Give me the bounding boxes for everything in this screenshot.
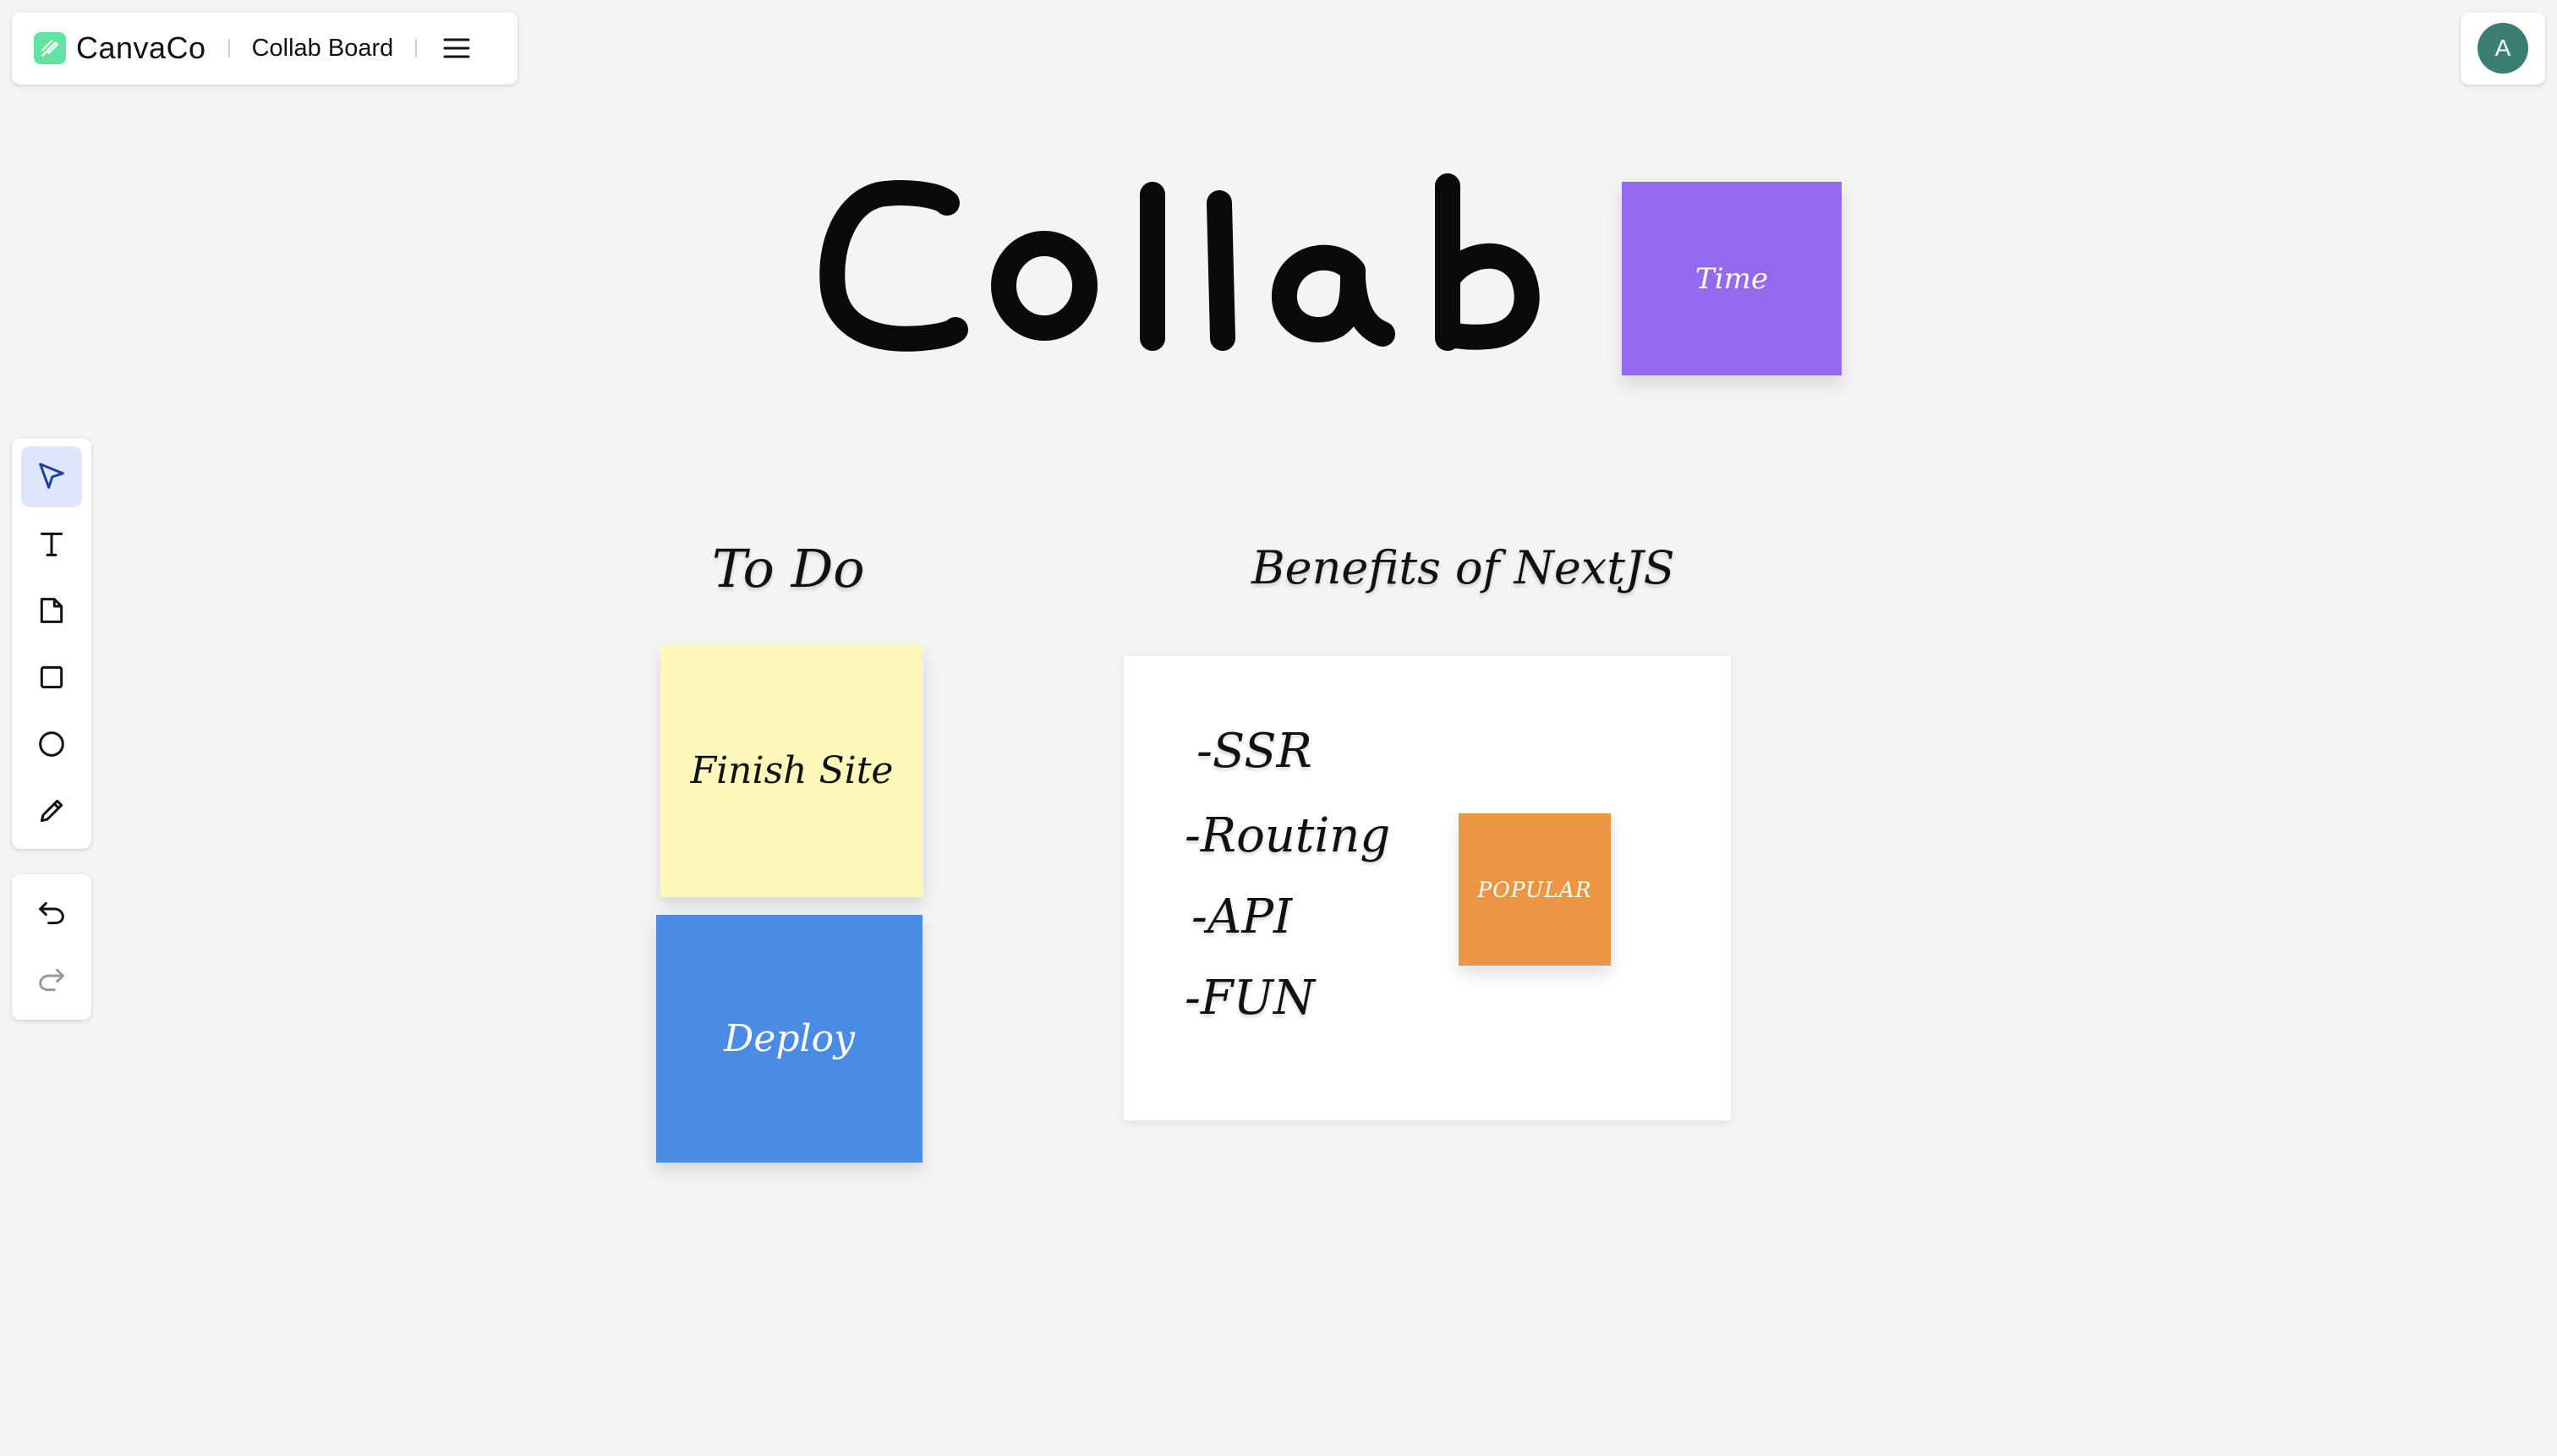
text-icon <box>40 532 63 556</box>
sticky-note-deploy[interactable]: Deploy <box>656 915 923 1163</box>
benefit-item[interactable]: -API <box>1191 889 1292 944</box>
benefit-item[interactable]: -FUN <box>1185 971 1315 1026</box>
divider <box>227 39 230 57</box>
undo-icon <box>39 901 64 925</box>
tools-toolbar <box>12 438 91 849</box>
redo-button[interactable] <box>21 950 82 1010</box>
user-panel: A <box>2461 12 2545 85</box>
pen-logo-icon[interactable] <box>34 32 66 64</box>
square-icon <box>40 665 63 689</box>
benefit-item[interactable]: -SSR <box>1196 724 1312 779</box>
undo-button[interactable] <box>21 883 82 944</box>
sticky-note-text: Time <box>1695 261 1768 296</box>
sticky-note-time[interactable]: Time <box>1622 182 1842 375</box>
pencil-icon <box>40 799 63 823</box>
avatar[interactable]: A <box>2478 23 2528 74</box>
benefits-heading[interactable]: Benefits of NextJS <box>1251 541 1675 594</box>
tool-rectangle-button[interactable] <box>21 647 82 708</box>
sticky-note-text: Deploy <box>724 1017 855 1060</box>
hamburger-menu-icon <box>443 38 470 58</box>
tool-select-button[interactable] <box>21 446 82 507</box>
divider <box>415 39 418 57</box>
sticky-note-icon <box>40 598 63 623</box>
tool-ellipse-button[interactable] <box>21 714 82 775</box>
cursor-arrow-icon <box>39 463 64 489</box>
app-header: CanvaCo Collab Board <box>12 12 517 85</box>
redo-icon <box>39 968 64 992</box>
sticky-note-popular[interactable]: POPULAR <box>1459 813 1611 966</box>
tool-sticky-note-button[interactable] <box>21 580 82 641</box>
sticky-note-text: Finish Site <box>690 749 894 792</box>
todo-heading[interactable]: To Do <box>712 538 865 599</box>
app-name[interactable]: CanvaCo <box>76 30 206 66</box>
tool-pen-button[interactable] <box>21 780 82 841</box>
board-title[interactable]: Collab Board <box>252 35 394 63</box>
sticky-note-finish-site[interactable]: Finish Site <box>660 644 923 897</box>
benefit-item[interactable]: -Routing <box>1185 808 1390 863</box>
collab-drawing[interactable] <box>812 169 1556 372</box>
whiteboard-canvas[interactable]: Time To Do Benefits of NextJS Finish Sit… <box>0 0 2557 1456</box>
sticky-note-text: POPULAR <box>1477 877 1592 902</box>
menu-button[interactable] <box>439 30 474 66</box>
benefits-card[interactable]: -SSR -Routing -API -FUN <box>1124 656 1731 1120</box>
history-toolbar <box>12 874 91 1020</box>
circle-icon <box>39 731 64 757</box>
tool-text-button[interactable] <box>21 513 82 574</box>
